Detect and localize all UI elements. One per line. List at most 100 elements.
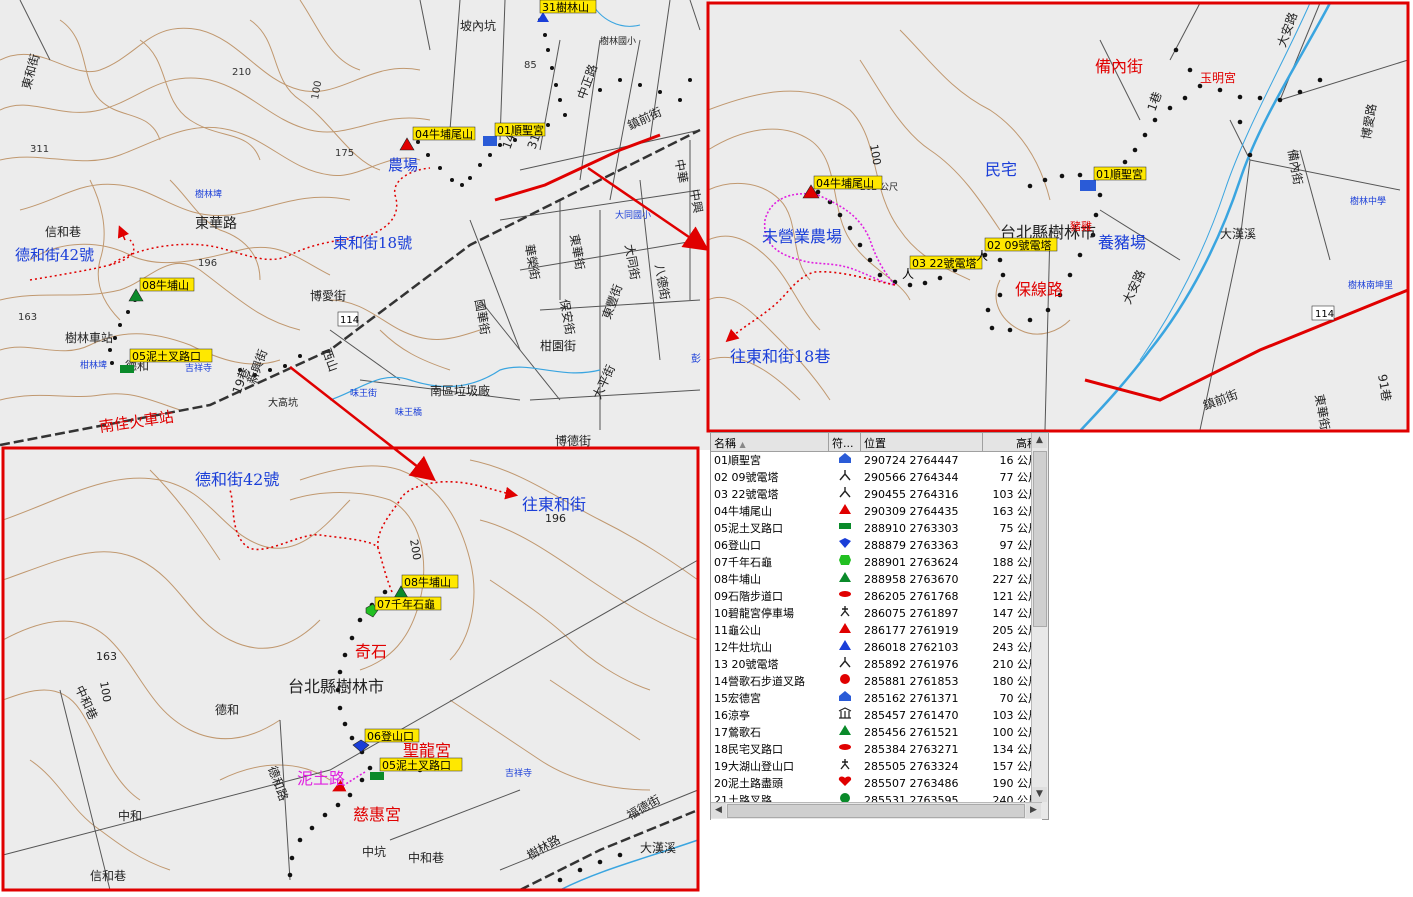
waypoint-name: 11龜公山	[714, 624, 761, 637]
waypoint-position: 285505 2763324	[864, 760, 959, 773]
hexagon-icon	[829, 554, 861, 571]
route-number: 114	[340, 315, 359, 326]
peak-elevation: 175	[335, 148, 354, 159]
annotation-minzhai: 民宅	[985, 160, 1017, 179]
waypoint-name: 07千年石龜	[714, 556, 772, 569]
list-item[interactable]: 05泥土叉路口 288910 2763303 75 公尺	[711, 520, 1042, 537]
waypoint-label: 04牛埔尾山	[816, 176, 874, 190]
list-item[interactable]: 02 09號電塔 290566 2764344 77 公尺	[711, 469, 1042, 486]
road-label: 信和巷	[90, 869, 126, 883]
scroll-up-icon[interactable]: ▲	[1032, 433, 1047, 448]
waypoint-position: 285892 2761976	[864, 658, 959, 671]
waypoint-position: 285457 2761470	[864, 709, 959, 722]
annotation-pig-mark: 豬雞	[1070, 219, 1092, 233]
scroll-thumb[interactable]	[1033, 451, 1047, 627]
map-canvas[interactable]: 東和街 坡內坑 樹林國小 華榮街 東華街 鎮前街 中華 中興 大同街 八德街 國…	[0, 0, 1413, 897]
scroll-left-icon[interactable]: ◀	[711, 803, 726, 818]
annotation-farm: 農場	[388, 156, 418, 174]
list-item[interactable]: 19大湖山登山口 285505 2763324 157 公尺	[711, 758, 1042, 775]
list-item[interactable]: 09石階步道口 286205 2761768 121 公尺	[711, 588, 1042, 605]
place-label: 德和	[215, 702, 239, 717]
list-item[interactable]: 08牛埔山 288958 2763670 227 公尺	[711, 571, 1042, 588]
scroll-thumb[interactable]	[727, 804, 1025, 818]
road-label: 大高坑	[268, 396, 298, 409]
base-map[interactable]: 東和街 坡內坑 樹林國小 華榮街 東華街 鎮前街 中華 中興 大同街 八德街 國…	[0, 0, 710, 450]
waypoint-list-panel[interactable]: 名稱 ▲ 符... 位置 高程 01順聖宮 290724 2764447 16 公尺…	[710, 432, 1049, 820]
list-item[interactable]: 13 20號電塔 285892 2761976 210 公尺	[711, 656, 1042, 673]
hiker-icon	[829, 758, 861, 775]
annotation-niutu: 泥土路	[297, 769, 345, 788]
column-name[interactable]: 名稱 ▲	[711, 433, 829, 451]
place-label: 樹林車站	[65, 331, 113, 345]
scroll-right-icon[interactable]: ▶	[1026, 803, 1041, 818]
place-label: 信和巷	[45, 225, 81, 239]
waypoint-position: 285384 2763271	[864, 743, 959, 756]
horizontal-scrollbar[interactable]: ◀ ▶	[711, 802, 1042, 819]
annotation-unfarm: 未營業農場	[762, 227, 842, 246]
oval-icon	[829, 741, 861, 758]
waypoint-position: 290566 2764344	[864, 471, 959, 484]
scroll-down-icon[interactable]: ▼	[1032, 787, 1047, 802]
list-item[interactable]: 12牛灶坑山 286018 2762103 243 公尺	[711, 639, 1042, 656]
road-label: 柑園街	[540, 338, 576, 353]
waypoint-position: 288879 2763363	[864, 539, 959, 552]
peak-elevation: 196	[198, 258, 217, 269]
waypoint-name: 06登山口	[714, 539, 761, 552]
annotation-donghe18: 東和街18號	[333, 234, 412, 252]
rectangle-icon[interactable]	[370, 772, 384, 780]
vertical-scrollbar[interactable]: ▲ ▼	[1031, 433, 1048, 819]
road-label: 中和巷	[408, 850, 444, 865]
triangle-icon	[829, 503, 861, 520]
column-symbol[interactable]: 符...	[829, 433, 861, 451]
waypoint-label: 吉祥寺	[185, 362, 212, 374]
list-item[interactable]: 06登山口 288879 2763363 97 公尺	[711, 537, 1042, 554]
list-item[interactable]: 01順聖宮 290724 2764447 16 公尺	[711, 452, 1042, 469]
waypoint-position: 285881 2761853	[864, 675, 959, 688]
list-item[interactable]: 15宏德宮 285162 2761371 70 公尺	[711, 690, 1042, 707]
house-icon[interactable]	[483, 136, 497, 146]
waypoint-label: 07千年石龜	[377, 597, 435, 611]
list-item[interactable]: 11龜公山 286177 2761919 205 公尺	[711, 622, 1042, 639]
peak-elevation: 163	[18, 312, 37, 323]
waypoint-position: 290455 2764316	[864, 488, 959, 501]
waypoint-name: 16涼亭	[714, 709, 750, 722]
list-item[interactable]: 20泥土路盡頭 285507 2763486 190 公尺	[711, 775, 1042, 792]
list-item[interactable]: 14營歌石步道叉路 285881 2761853 180 公尺	[711, 673, 1042, 690]
house-icon[interactable]	[1080, 180, 1096, 191]
waypoint-list[interactable]: 01順聖宮 290724 2764447 16 公尺 02 09號電塔 290566 2…	[711, 452, 1042, 820]
list-item[interactable]: 16涼亭 285457 2761470 103 公尺	[711, 707, 1042, 724]
rectangle-icon	[829, 520, 861, 537]
waypoint-position: 285507 2763486	[864, 777, 959, 790]
list-item[interactable]: 07千年石龜 288901 2763624 188 公尺	[711, 554, 1042, 571]
triangle-icon	[829, 724, 861, 741]
inset-map-sw[interactable]: 中和巷 德和路 信和巷 福德街 樹林路 大漢溪 中坑 中和 德和 中和巷 196…	[1, 446, 700, 892]
waypoint-name: 13 20號電塔	[714, 658, 779, 671]
list-item[interactable]: 04牛埔尾山 290309 2764435 163 公尺	[711, 503, 1042, 520]
house-icon	[829, 690, 861, 707]
list-item[interactable]: 10碧龍宮停車場 286075 2761897 147 公尺	[711, 605, 1042, 622]
oval-icon	[829, 588, 861, 605]
road-label: 坡內坑	[460, 18, 496, 33]
triangle-icon	[829, 639, 861, 656]
column-position[interactable]: 位置	[861, 433, 983, 451]
waypoint-label: 04牛埔尾山	[415, 127, 473, 141]
waypoint-position: 286018 2762103	[864, 641, 959, 654]
peak-elevation: 210	[232, 67, 251, 78]
waypoint-label: 05泥土叉路口	[382, 759, 451, 772]
waypoint-position: 285162 2761371	[864, 692, 959, 705]
inset-map-ne[interactable]: 大安路 博愛路 備內街 樹林中學 大安路 鎮前街 東華街 91巷 1巷 大漢溪 …	[706, 1, 1410, 433]
list-item[interactable]: 17鶯歌石 285456 2761521 100 公尺	[711, 724, 1042, 741]
waypoint-name: 15宏德宮	[714, 692, 761, 705]
annotation-beinei: 備內街	[1095, 57, 1143, 76]
rectangle-icon[interactable]	[120, 365, 134, 373]
road-label: 博德街	[555, 433, 591, 448]
waypoint-label: 01順聖宮	[497, 123, 544, 137]
waypoint-position: 286075 2761897	[864, 607, 959, 620]
waypoint-name: 10碧龍宮停車場	[714, 607, 794, 620]
waypoint-name: 04牛埔尾山	[714, 505, 772, 518]
road-label: 博愛街	[310, 288, 346, 303]
list-item[interactable]: 03 22號電塔 290455 2764316 103 公尺	[711, 486, 1042, 503]
list-item[interactable]: 18民宅叉路口 285384 2763271 134 公尺	[711, 741, 1042, 758]
waypoint-label: 01順聖宮	[1096, 167, 1143, 181]
waypoint-name: 20泥土路盡頭	[714, 777, 783, 790]
